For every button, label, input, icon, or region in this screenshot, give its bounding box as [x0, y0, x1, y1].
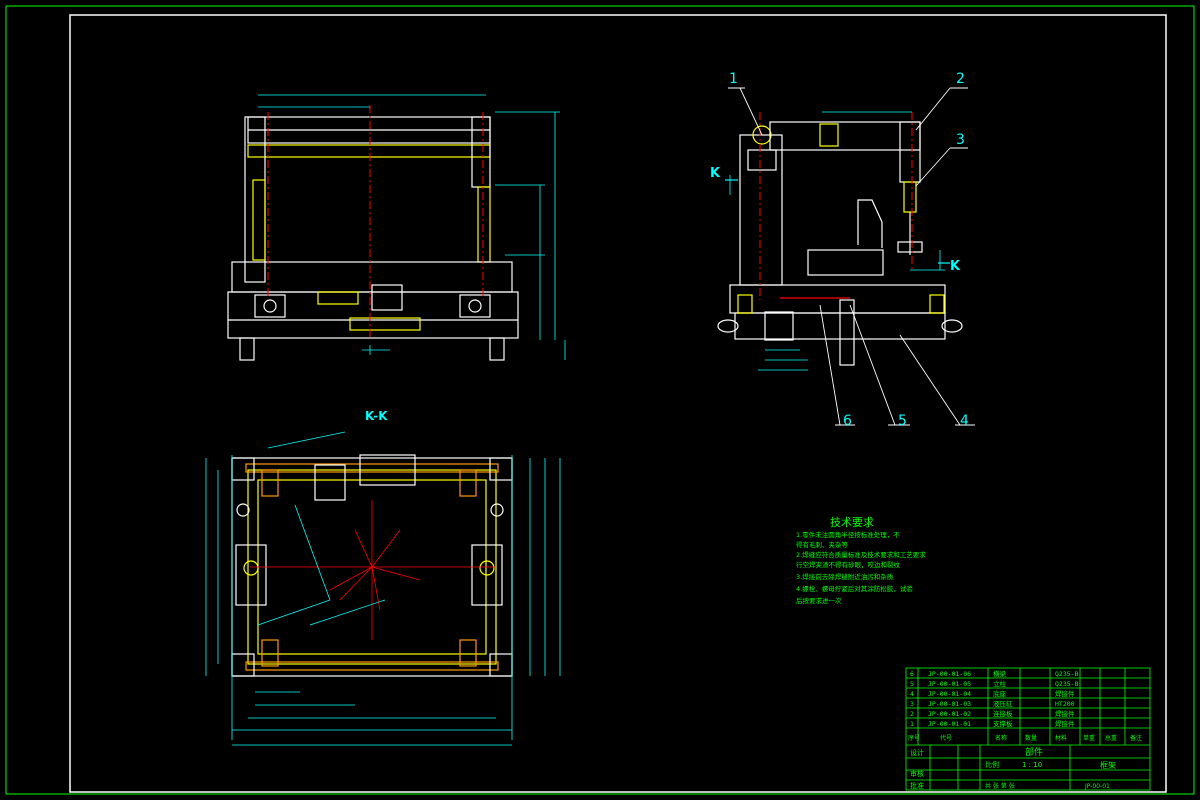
- part-name: 横梁: [993, 669, 1007, 678]
- side-view-dimensions: [729, 111, 945, 371]
- title-center: 部件: [1025, 746, 1043, 758]
- product-name: 框架: [1100, 760, 1116, 770]
- title-block-text: 部件 比例 1 : 10 框架 JP-00-01 设计 审核 批准 共 张 第 …: [910, 746, 1116, 790]
- cad-drawing-canvas: K-K K K 1 2 3 4 5 6 技术要求 1.零件未注圆角半径按标准处理…: [5, 5, 1195, 795]
- tech-requirements: 1.零件未注圆角半径按标准处理，不 得有毛刺、夹杂等 2.焊缝应符合质量标准及技…: [796, 530, 926, 605]
- part-material: 焊接件: [1055, 719, 1075, 728]
- balloon-3: 3: [956, 132, 965, 148]
- part-name: 底座: [993, 689, 1007, 698]
- front-view: [227, 105, 519, 361]
- tech-line: 1.零件未注圆角半径按标准处理，不: [796, 530, 900, 539]
- header-cell: 名称: [995, 734, 1007, 742]
- part-material: HT200: [1055, 700, 1075, 708]
- header-cell: 代号: [940, 734, 952, 742]
- scale-label: 比例: [985, 760, 999, 769]
- part-name: 支撑板: [993, 719, 1013, 728]
- sheet-frame: [5, 5, 1195, 795]
- part-material: 焊接件: [1055, 689, 1075, 698]
- part-no: 6: [910, 670, 914, 678]
- tech-line: 得有毛刺、夹杂等: [796, 540, 849, 549]
- balloon-leaders: [728, 87, 975, 426]
- part-no: 3: [910, 700, 914, 708]
- tech-line: 2.焊缝应符合质量标准及技术要求和工艺要求: [796, 550, 926, 559]
- section-view-label: K-K: [365, 409, 388, 423]
- part-no: 5: [910, 680, 914, 688]
- header-cell: 数量: [1025, 734, 1037, 742]
- section-kk-dimensions: [205, 431, 561, 746]
- part-name: 立柱: [993, 679, 1007, 688]
- header-cell: 序号: [908, 734, 920, 742]
- part-code: JP-00-01-04: [928, 690, 971, 698]
- part-code: JP-00-01-03: [928, 700, 971, 708]
- part-no: 4: [910, 690, 914, 698]
- header-cell: 备注: [1130, 734, 1142, 742]
- part-name: 连接板: [993, 709, 1013, 718]
- part-name: 液压缸: [993, 699, 1013, 708]
- drawing-number: JP-00-01: [1084, 783, 1110, 790]
- part-material: Q235-B: [1055, 680, 1079, 688]
- part-material: Q235-B: [1055, 670, 1079, 678]
- tech-line: 后按要求进一次: [796, 596, 842, 605]
- section-marker-left: K: [710, 166, 721, 181]
- section-kk-view: [231, 454, 513, 677]
- tech-title: 技术要求: [830, 516, 874, 529]
- part-code: JP-00-01-01: [928, 720, 971, 728]
- balloon-4: 4: [960, 413, 969, 429]
- checker-label: 审核: [910, 769, 924, 778]
- tech-line: 3.焊接前去除焊缝附近油污和杂质: [796, 572, 894, 581]
- part-code: JP-00-01-06: [928, 670, 971, 678]
- header-cell: 总重: [1105, 734, 1117, 742]
- part-code: JP-00-01-05: [928, 680, 971, 688]
- balloon-6: 6: [843, 413, 852, 429]
- balloon-2: 2: [956, 71, 965, 87]
- parts-list-header: 序号 代号 名称 数量 材料 单重 总重 备注: [908, 734, 1142, 742]
- part-material: 焊接件: [1055, 709, 1075, 718]
- part-no: 2: [910, 710, 914, 718]
- tech-line: 行空焊夹渣不得有砂眼，咬边和裂纹: [796, 560, 901, 569]
- header-cell: 材料: [1055, 734, 1067, 742]
- header-cell: 单重: [1083, 734, 1095, 742]
- scale-value: 1 : 10: [1022, 761, 1042, 769]
- designer-label: 设计: [910, 748, 924, 757]
- part-no: 1: [910, 720, 914, 728]
- section-marker-right: K: [950, 259, 961, 274]
- tech-line: 4.螺栓、螺母拧紧后对其涂防松胶，试验: [796, 584, 913, 593]
- side-view: [717, 112, 963, 366]
- balloon-1: 1: [729, 71, 738, 87]
- approver-label: 批准: [910, 781, 924, 790]
- balloon-5: 5: [898, 413, 907, 429]
- part-code: JP-00-01-02: [928, 710, 971, 718]
- sheet-text: 共 张 第 张: [985, 782, 1015, 790]
